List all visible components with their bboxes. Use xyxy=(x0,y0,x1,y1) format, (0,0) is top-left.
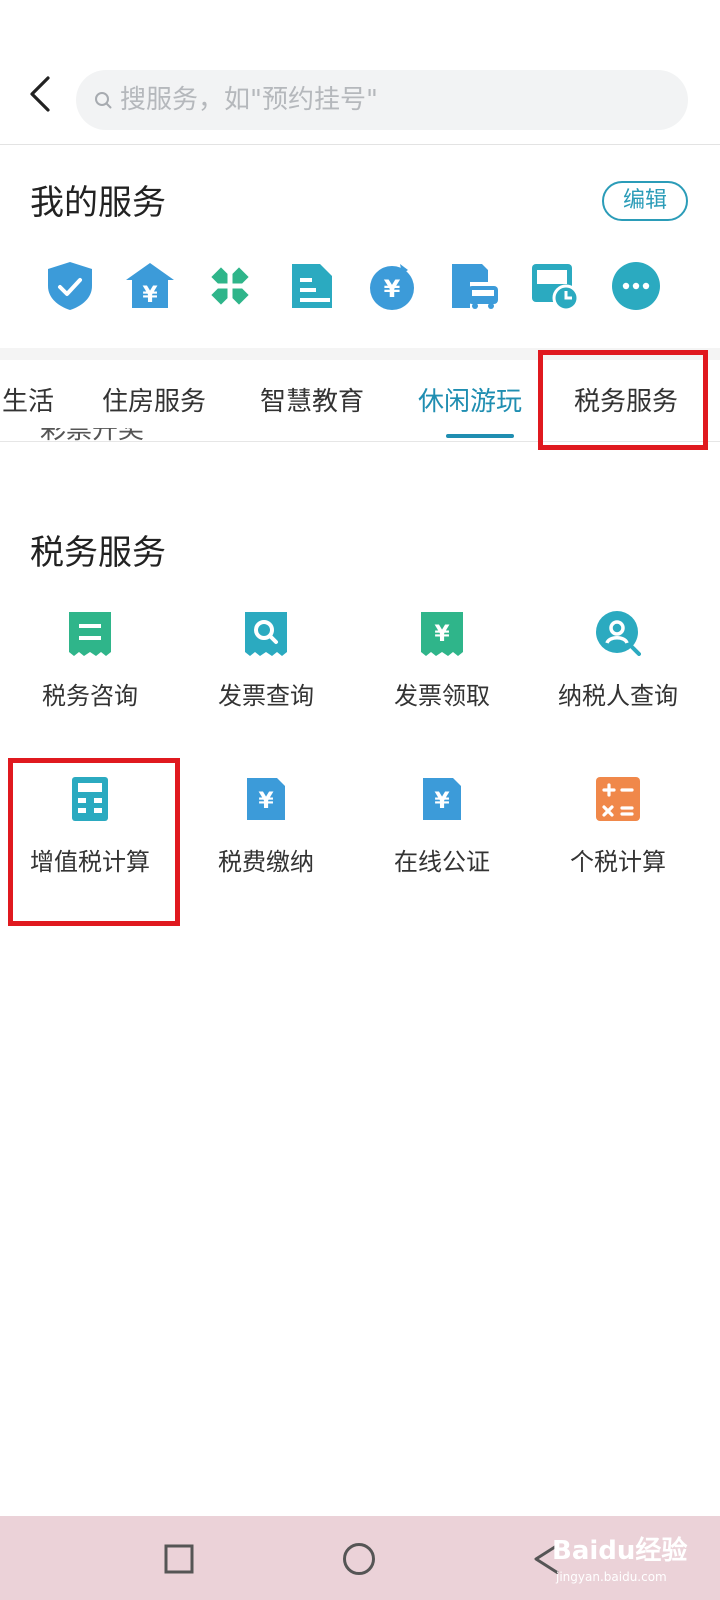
highlight-box-tax-tab xyxy=(538,350,708,450)
svg-text:¥: ¥ xyxy=(258,789,274,814)
grid-item-tax-consult[interactable]: 税务咨询 xyxy=(0,610,180,760)
grid-item-label: 税费缴纳 xyxy=(218,848,314,876)
grid-item-invoice-pickup[interactable]: ¥ 发票领取 xyxy=(352,610,532,760)
tab-education[interactable]: 智慧教育 xyxy=(260,382,364,422)
medical-cross-icon[interactable] xyxy=(204,260,256,312)
active-tab-indicator xyxy=(446,434,514,438)
grid-item-invoice-query[interactable]: 发票查询 xyxy=(176,610,356,760)
grid-item-income-tax-calculator[interactable]: 个税计算 xyxy=(528,776,708,926)
receipt-list-icon xyxy=(69,612,111,656)
my-services-title: 我的服务 xyxy=(30,183,166,223)
grid-item-label: 在线公证 xyxy=(394,848,490,876)
document-icon[interactable] xyxy=(286,260,338,312)
grid-item-tax-payment[interactable]: ¥ 税费缴纳 xyxy=(176,776,356,926)
svg-text:¥: ¥ xyxy=(384,275,401,303)
partial-list-item-label: 彩票开奖 xyxy=(40,428,145,445)
person-search-icon xyxy=(596,611,641,656)
svg-text:¥: ¥ xyxy=(142,283,158,308)
back-button[interactable] xyxy=(22,72,62,116)
tab-housing[interactable]: 住房服务 xyxy=(102,382,206,422)
car-parking-icon[interactable] xyxy=(448,260,500,312)
grid-item-online-notary[interactable]: ¥ 在线公证 xyxy=(352,776,532,926)
shield-check-icon[interactable] xyxy=(44,260,96,312)
tab-life[interactable]: 生活 xyxy=(2,382,54,422)
receipt-yuan-icon: ¥ xyxy=(421,612,463,656)
chevron-left-icon xyxy=(30,76,50,112)
header-divider xyxy=(0,144,720,145)
svg-text:¥: ¥ xyxy=(434,622,450,647)
bus-clock-icon[interactable] xyxy=(528,260,580,312)
yuan-document-icon: ¥ xyxy=(247,778,285,820)
grid-item-label: 纳税人查询 xyxy=(558,682,678,710)
watermark-logo: Baidu经验 xyxy=(552,1536,688,1566)
highlight-box-vat-calculator xyxy=(8,758,180,926)
bank-yuan-icon[interactable]: ¥ xyxy=(124,260,176,312)
tab-leisure[interactable]: 休闲游玩 xyxy=(418,382,522,422)
search-icon xyxy=(95,92,112,109)
yuan-document-icon: ¥ xyxy=(423,778,461,820)
watermark-url: jingyan.baidu.com xyxy=(556,1570,667,1584)
grid-item-label: 个税计算 xyxy=(570,848,666,876)
grid-item-label: 发票查询 xyxy=(218,682,314,710)
yuan-coin-icon[interactable]: ¥ xyxy=(366,260,418,312)
recent-apps-button[interactable] xyxy=(164,1544,194,1574)
tax-section-title: 税务服务 xyxy=(30,533,166,573)
grid-item-label: 发票领取 xyxy=(394,682,490,710)
math-operators-icon xyxy=(596,777,640,821)
search-placeholder: 搜服务，如"预约挂号" xyxy=(120,85,378,115)
edit-button[interactable]: 编辑 xyxy=(602,181,688,221)
receipt-search-icon xyxy=(245,612,287,656)
more-dots-icon[interactable] xyxy=(610,260,662,312)
home-button[interactable] xyxy=(342,1542,376,1576)
partial-list-item: 彩票开奖 xyxy=(40,428,150,450)
grid-item-label: 税务咨询 xyxy=(42,682,138,710)
svg-text:¥: ¥ xyxy=(434,789,450,814)
search-input[interactable]: 搜服务，如"预约挂号" xyxy=(76,70,688,130)
grid-item-taxpayer-query[interactable]: 纳税人查询 xyxy=(528,610,708,760)
